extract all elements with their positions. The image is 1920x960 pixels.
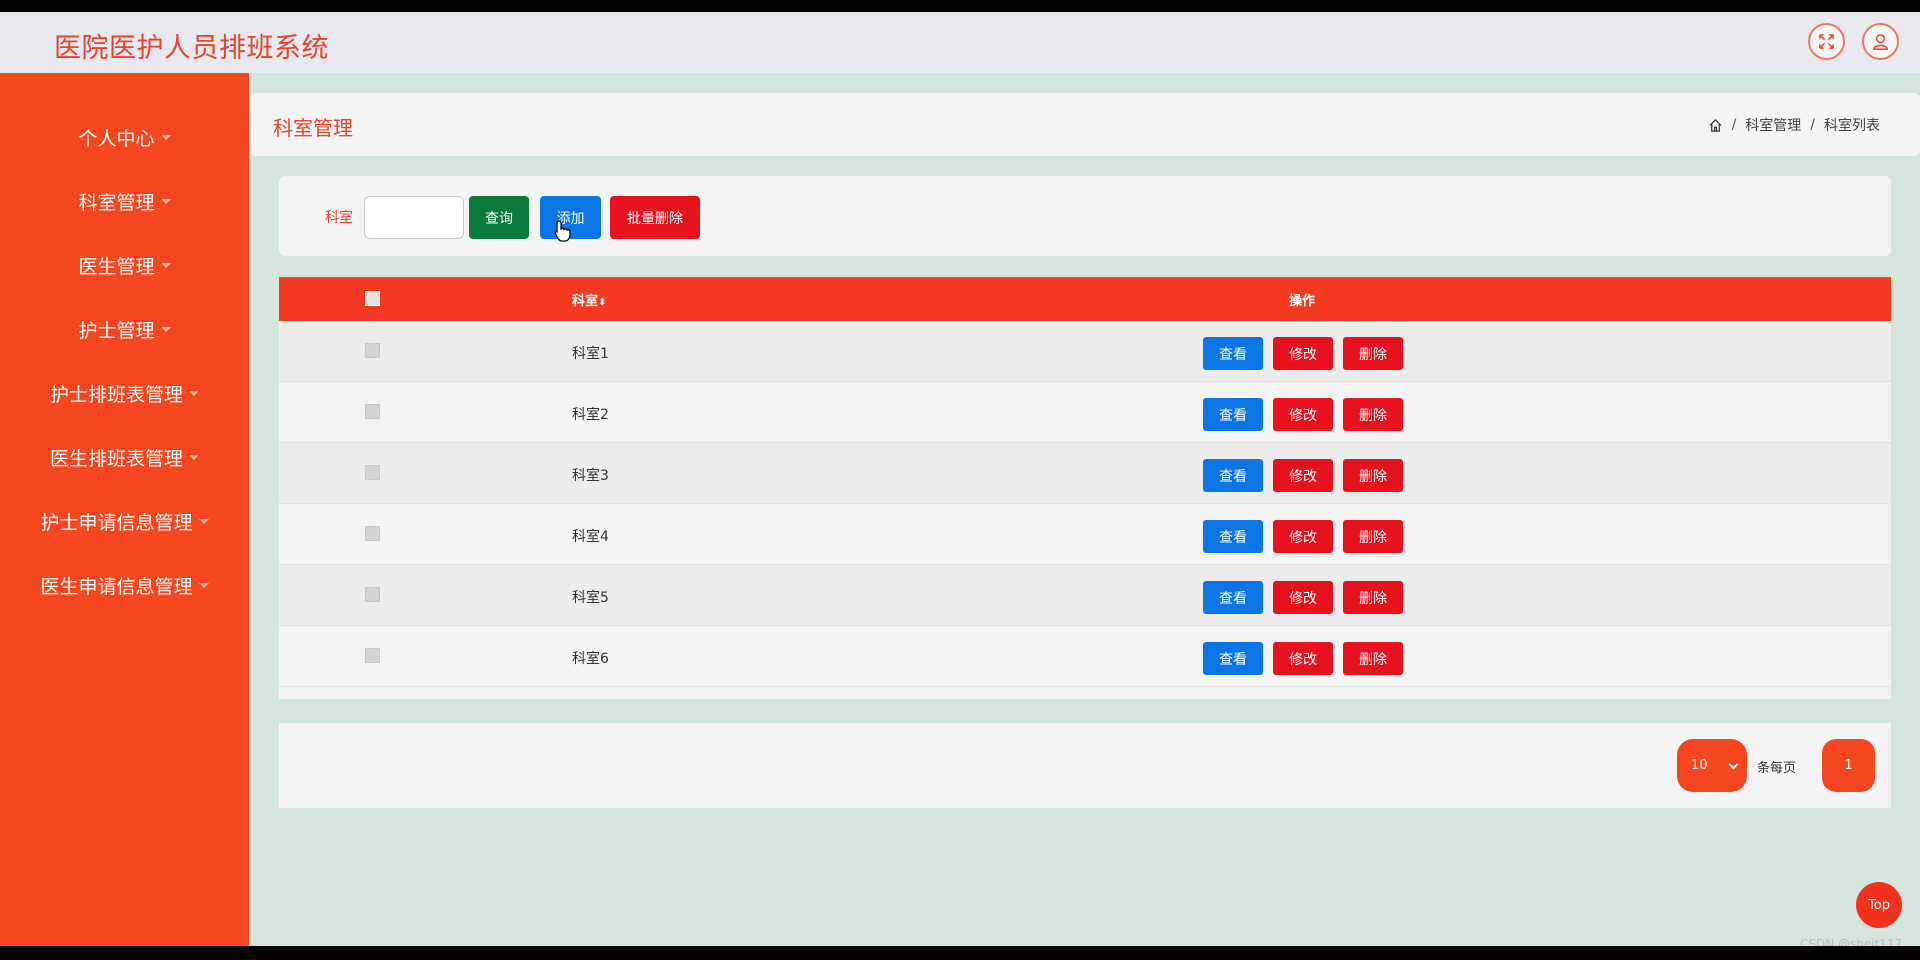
row-checkbox[interactable] — [365, 587, 380, 602]
breadcrumb-separator: / — [1731, 117, 1737, 133]
table-row: 科室5 查看 修改 删除 — [279, 565, 1891, 626]
sidebar-item-label: 科室管理 — [78, 191, 155, 214]
hand-cursor-icon — [554, 220, 571, 242]
caret-down-icon — [198, 582, 209, 588]
department-name: 科室4 — [572, 529, 609, 545]
row-checkbox[interactable] — [365, 465, 380, 480]
delete-button[interactable]: 删除 — [1343, 337, 1403, 370]
table-header: 科室⬍ 操作 — [279, 277, 1891, 321]
per-page-label: 条每页 — [1757, 761, 1797, 776]
caret-down-icon — [160, 326, 171, 332]
chevron-down-icon — [1728, 759, 1739, 770]
sidebar-item-doctor[interactable]: 医生管理 — [0, 245, 249, 285]
row-checkbox[interactable] — [365, 404, 380, 419]
view-button[interactable]: 查看 — [1203, 337, 1263, 370]
batch-delete-button[interactable]: 批量删除 — [610, 196, 700, 239]
edit-button[interactable]: 修改 — [1273, 337, 1333, 370]
app-title: 医院医护人员排班系统 — [54, 33, 329, 64]
edit-button[interactable]: 修改 — [1273, 459, 1333, 492]
search-panel: 科室 查询 添加 批量删除 — [279, 176, 1891, 256]
sidebar-item-department[interactable]: 科室管理 — [0, 181, 249, 221]
row-checkbox[interactable] — [365, 526, 380, 541]
department-table: 科室⬍ 操作 科室1 查看 修改 删除 科室2 查看 修改 删除 科室3 查看 … — [279, 277, 1891, 699]
watermark: CSDN @shejt117 — [1800, 937, 1903, 946]
department-name: 科室6 — [572, 651, 609, 667]
breadcrumb-separator: / — [1810, 117, 1815, 133]
caret-down-icon — [160, 134, 171, 140]
breadcrumb-item: 科室列表 — [1824, 118, 1880, 134]
caret-down-icon — [160, 198, 171, 204]
department-name: 科室2 — [572, 407, 609, 423]
page-title: 科室管理 — [273, 116, 353, 140]
delete-button[interactable]: 删除 — [1343, 398, 1403, 431]
sidebar-item-nurse[interactable]: 护士管理 — [0, 309, 249, 349]
sidebar-item-label: 个人中心 — [78, 127, 155, 150]
sidebar-item-label: 医生排班表管理 — [49, 447, 183, 470]
app-window: 医院医护人员排班系统 个人中心 科室管理 医生管理 护士管理 护士排班表管理 医… — [0, 12, 1920, 946]
caret-down-icon — [198, 518, 209, 524]
view-button[interactable]: 查看 — [1203, 459, 1263, 492]
sidebar-item-nurse-application[interactable]: 护士申请信息管理 — [0, 501, 249, 541]
delete-button[interactable]: 删除 — [1343, 642, 1403, 675]
edit-button[interactable]: 修改 — [1273, 398, 1333, 431]
caret-down-icon — [160, 262, 171, 268]
sidebar-item-label: 护士管理 — [78, 319, 155, 342]
row-checkbox[interactable] — [365, 648, 380, 663]
view-button[interactable]: 查看 — [1203, 520, 1263, 553]
edit-button[interactable]: 修改 — [1273, 520, 1333, 553]
department-name: 科室1 — [572, 346, 609, 362]
expand-icon — [1819, 34, 1834, 49]
table-row: 科室1 查看 修改 删除 — [279, 321, 1891, 382]
fullscreen-button[interactable] — [1808, 23, 1845, 60]
row-checkbox[interactable] — [365, 343, 380, 358]
column-header-actions: 操作 — [1289, 294, 1316, 309]
page-number-button[interactable]: 1 — [1822, 739, 1875, 792]
sidebar-item-doctor-application[interactable]: 医生申请信息管理 — [0, 565, 249, 605]
sidebar-item-nurse-schedule[interactable]: 护士排班表管理 — [0, 373, 249, 413]
sidebar-item-label: 护士申请信息管理 — [40, 511, 193, 534]
home-icon[interactable] — [1708, 118, 1723, 133]
delete-button[interactable]: 删除 — [1343, 459, 1403, 492]
view-button[interactable]: 查看 — [1203, 642, 1263, 675]
sidebar-item-doctor-schedule[interactable]: 医生排班表管理 — [0, 437, 249, 477]
sort-icon[interactable]: ⬍ — [598, 297, 606, 308]
edit-button[interactable]: 修改 — [1273, 581, 1333, 614]
view-button[interactable]: 查看 — [1203, 398, 1263, 431]
caret-down-icon — [189, 390, 199, 396]
search-label: 科室 — [325, 210, 353, 226]
edit-button[interactable]: 修改 — [1273, 642, 1333, 675]
breadcrumb: / 科室管理 / 科室列表 — [1708, 115, 1880, 135]
sidebar-item-label: 护士排班表管理 — [49, 383, 183, 406]
department-name: 科室3 — [572, 468, 609, 484]
column-header-department[interactable]: 科室⬍ — [572, 290, 606, 309]
caret-down-icon — [189, 454, 199, 460]
table-row: 科室4 查看 修改 删除 — [279, 504, 1891, 565]
select-all-checkbox[interactable] — [365, 291, 380, 306]
delete-button[interactable]: 删除 — [1343, 581, 1403, 614]
user-button[interactable] — [1862, 23, 1899, 60]
view-button[interactable]: 查看 — [1203, 581, 1263, 614]
department-search-input[interactable] — [364, 196, 464, 239]
query-button[interactable]: 查询 — [469, 196, 529, 239]
page-size-value: 10 — [1691, 758, 1708, 773]
table-row: 科室2 查看 修改 删除 — [279, 382, 1891, 443]
sidebar: 个人中心 科室管理 医生管理 护士管理 护士排班表管理 医生排班表管理 护士申请… — [0, 73, 249, 946]
back-to-top-button[interactable]: Top — [1856, 882, 1902, 928]
page-size-select[interactable]: 10 — [1677, 739, 1747, 792]
user-icon — [1873, 34, 1888, 50]
table-row: 科室3 查看 修改 删除 — [279, 443, 1891, 504]
department-name: 科室5 — [572, 590, 609, 606]
top-header: 医院医护人员排班系统 — [0, 12, 1920, 73]
sidebar-item-personal-center[interactable]: 个人中心 — [0, 117, 249, 157]
delete-button[interactable]: 删除 — [1343, 520, 1403, 553]
page-header: 科室管理 / 科室管理 / 科室列表 — [250, 93, 1920, 156]
sidebar-item-label: 医生管理 — [78, 255, 155, 278]
table-row: 科室6 查看 修改 删除 — [279, 626, 1891, 687]
pagination-panel: 10 条每页 1 — [279, 723, 1891, 808]
breadcrumb-item[interactable]: 科室管理 — [1745, 115, 1801, 135]
sidebar-item-label: 医生申请信息管理 — [40, 575, 193, 598]
